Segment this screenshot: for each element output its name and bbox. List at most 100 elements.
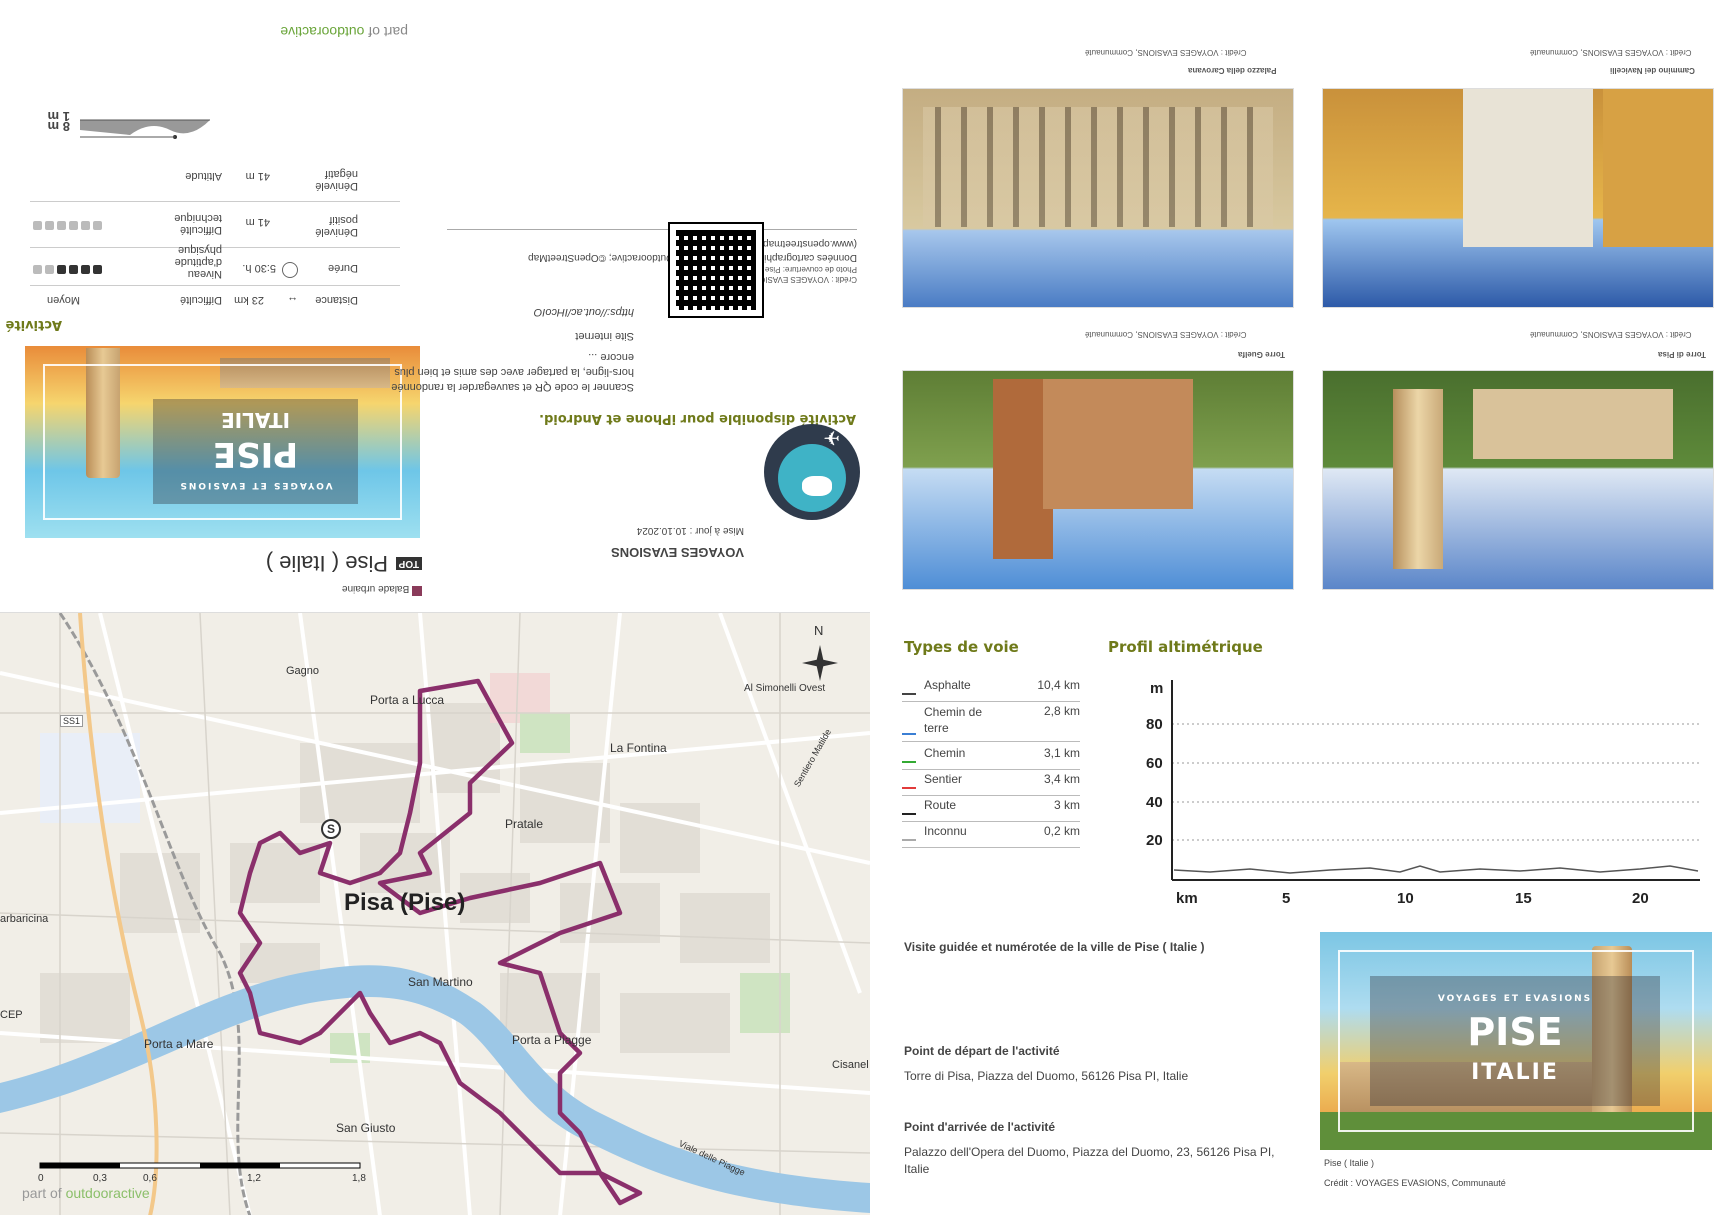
way-value: 3 km (1053, 798, 1080, 812)
photo-credit: Crédit : VOYAGES EVASIONS, Communauté (1085, 48, 1247, 57)
way-swatch (902, 761, 916, 763)
cover-right-title: PISE (1467, 1010, 1563, 1054)
map-label-barbaricina: arbaricina (0, 913, 49, 925)
route-map[interactable]: Gagno Porta a Lucca La Fontina Al Simone… (0, 612, 870, 1215)
distance-icon: ↔ (287, 294, 298, 306)
scale-label-2: 0,6 (143, 1173, 157, 1184)
photo-caption: Torre di Pisa (1658, 350, 1706, 359)
scale-label-4: 1,8 (352, 1173, 366, 1184)
photo-palazzo-carovana (902, 88, 1294, 308)
y-tick-label: 60 (1146, 755, 1163, 772)
y-tick-label: 40 (1146, 794, 1163, 811)
map-label-cep: CEP (0, 1009, 23, 1021)
way-row-inconnu: Inconnu 0,2 km (902, 822, 1080, 848)
distance-label: Distance (315, 294, 358, 306)
altitude-min: 1 m (47, 109, 70, 124)
cover-right-country: ITALIE (1471, 1060, 1559, 1085)
photo-cammino-navicelli (1322, 88, 1714, 308)
airplane-icon: ✈ (823, 426, 840, 448)
start-point-text: Torre di Pisa, Piazza del Duomo, 56126 P… (904, 1069, 1189, 1083)
x-tick-label: 15 (1515, 890, 1532, 907)
way-value: 2,8 km (1043, 704, 1080, 718)
distance-value: 23 km (234, 294, 264, 306)
positive-elevation-label: Dénivelé positif (315, 214, 358, 238)
activity-section-title: Activité (5, 317, 62, 332)
way-swatch (902, 813, 916, 815)
ways-title: Types de voie (904, 638, 1019, 656)
photo-credit: Crédit : VOYAGES EVASIONS, Communauté (1085, 330, 1247, 339)
fitness-level-label: Niveau d'aptitude physique (174, 244, 222, 280)
map-label-san-martino: San Martino (408, 975, 473, 989)
map-label-pratale: Pratale (505, 817, 544, 831)
duration-value: 5:30 h. (242, 262, 276, 274)
elevation-line (1173, 865, 1699, 874)
map-label-cisanello: Cisanel (832, 1059, 869, 1071)
y-unit-label: m (1150, 680, 1163, 697)
brand-watermark: part of outdooractive (280, 24, 408, 40)
x-tick-label: 5 (1282, 890, 1290, 907)
map-watermark: part of outdooractive (22, 1185, 150, 1201)
y-tick-labels: 80 60 40 20 (1146, 716, 1163, 849)
map-label-porta-piagge: Porta a Piagge (512, 1033, 592, 1047)
divider (30, 285, 400, 286)
updated-date: Mise à jour : 10.10.2024 (636, 525, 744, 536)
start-marker[interactable]: S (321, 819, 341, 839)
way-value: 3,4 km (1043, 772, 1080, 786)
category-label: Balade urbaine (342, 583, 422, 596)
elevation-profile-chart: m 80 60 40 20 km 5 10 15 20 (1146, 680, 1700, 907)
difficulty-label: Difficulté (180, 294, 222, 306)
qr-code[interactable] (668, 222, 764, 318)
activity-url[interactable]: https://out.ac/IHcoIO (534, 306, 634, 318)
map-data-credit: Données cartographique: Cartographie d'O… (528, 238, 857, 263)
way-label: Route (924, 798, 957, 812)
map-label-ss1: SS1 (60, 715, 84, 727)
way-swatch (902, 693, 916, 695)
cover-image: VOYAGES ET EVASIONS PISE ITALIE (25, 346, 420, 538)
way-label: Asphalte (924, 678, 971, 692)
map-label-porta-mare: Porta a Mare (144, 1037, 214, 1051)
divider (30, 201, 400, 202)
way-row-asphalte: Asphalte 10,4 km (902, 676, 1080, 702)
photo-caption: Palazzo della Carovana (1188, 66, 1277, 75)
way-value: 3,1 km (1043, 746, 1080, 760)
scale-label-0: 0 (38, 1173, 44, 1184)
way-label: Sentier (924, 772, 963, 786)
way-label: Chemin (924, 746, 966, 760)
fitness-level-dots (33, 265, 102, 274)
cover-right-subtitle: VOYAGES ET EVASIONS (1437, 994, 1593, 1004)
photo-credit: Crédit : VOYAGES EVASIONS, Communauté (1530, 48, 1692, 57)
altitude-label: Altitude (185, 170, 222, 182)
map-label-gagno: Gagno (286, 665, 320, 677)
y-tick-label: 20 (1146, 832, 1163, 849)
way-swatch (902, 839, 916, 841)
way-label: Inconnu (924, 824, 967, 838)
qr-instructions: Scanner le code QR et sauvegarder la ran… (391, 351, 634, 393)
cover-title: PISE (212, 434, 299, 474)
cover-right-credit: Crédit : VOYAGES EVASIONS, Communauté (1324, 1178, 1506, 1188)
cover-subtitle: VOYAGES ET EVASIONS (178, 480, 333, 490)
author-logo: ✈ (764, 424, 860, 520)
photo-torre-di-pisa (1322, 370, 1714, 590)
activity-description: Visite guidée et numérotée de la ville d… (904, 940, 1205, 954)
map-label-al-simonelli: Al Simonelli Ovest (744, 683, 826, 694)
way-row-chemin: Chemin 3,1 km (902, 744, 1080, 770)
end-point-text: Palazzo dell'Opera del Duomo, Piazza del… (904, 1145, 1275, 1176)
activity-name: Pise ( Italie ) (265, 551, 388, 576)
way-value: 10,4 km (1037, 678, 1080, 692)
end-point-title: Point d'arrivée de l'activité (904, 1120, 1056, 1134)
duration-label: Durée (328, 262, 358, 274)
difficulty-value: Moyen (46, 294, 80, 306)
author-name: VOYAGES EVASIONS (611, 545, 744, 560)
profile-title: Profil altimétrique (1108, 638, 1263, 656)
start-point-title: Point de départ de l'activité (904, 1044, 1060, 1058)
negative-elevation-value: 41 m (245, 170, 270, 182)
photo-caption: Torre Guelfa (1238, 350, 1285, 359)
technical-difficulty-dots (33, 221, 102, 230)
way-value: 0,2 km (1043, 824, 1080, 838)
scale-label-1: 0,3 (93, 1173, 107, 1184)
y-tick-label: 80 (1146, 716, 1163, 733)
divider (447, 229, 857, 230)
cover-image-right: VOYAGES ET EVASIONS PISE ITALIE (1320, 932, 1712, 1150)
north-indicator: N (814, 623, 824, 638)
map-label-san-giusto: San Giusto (336, 1121, 396, 1135)
